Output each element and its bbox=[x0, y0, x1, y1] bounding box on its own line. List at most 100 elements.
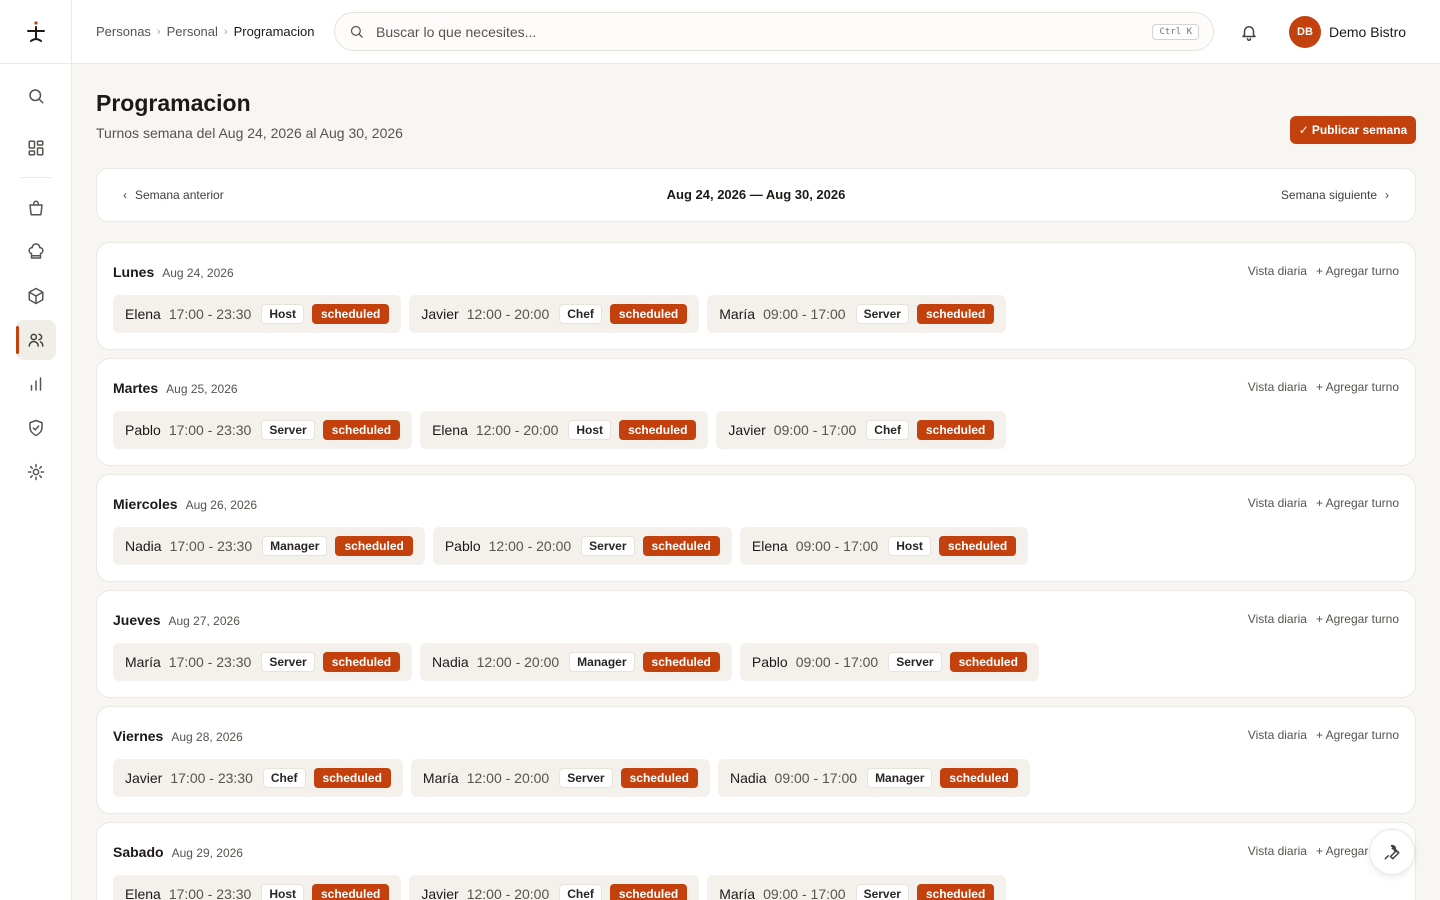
shift-chip[interactable]: Pablo 17:00 - 23:30 Server scheduled bbox=[113, 411, 413, 449]
add-shift-link[interactable]: + Agregar turno bbox=[1316, 264, 1399, 278]
nav-dashboard[interactable] bbox=[16, 128, 56, 168]
breadcrumb-personal[interactable]: Personal bbox=[167, 24, 218, 39]
daily-view-link[interactable]: Vista diaria bbox=[1248, 612, 1307, 626]
breadcrumb-personas[interactable]: Personas bbox=[96, 24, 151, 39]
nav-people[interactable] bbox=[16, 320, 56, 360]
page-subtitle: Turnos semana del Aug 24, 2026 al Aug 30… bbox=[96, 125, 403, 141]
chevron-right-icon: › bbox=[223, 25, 228, 38]
users-icon bbox=[28, 333, 44, 347]
day-card: Lunes Aug 24, 2026 Vista diaria + Agrega… bbox=[96, 242, 1416, 350]
daily-view-link[interactable]: Vista diaria bbox=[1248, 264, 1307, 278]
shift-chip[interactable]: María 09:00 - 17:00 Server scheduled bbox=[707, 875, 1007, 900]
shift-chip[interactable]: Nadia 17:00 - 23:30 Manager scheduled bbox=[113, 527, 425, 565]
notifications-button[interactable] bbox=[1237, 20, 1261, 44]
chef-hat-icon bbox=[28, 243, 44, 259]
daily-view-link[interactable]: Vista diaria bbox=[1248, 380, 1307, 394]
shift-role-badge: Server bbox=[888, 652, 942, 672]
shift-role-badge: Server bbox=[261, 420, 315, 440]
add-shift-link[interactable]: + Agregar turno bbox=[1316, 728, 1399, 742]
shift-time: 09:00 - 17:00 bbox=[774, 770, 858, 786]
shift-chip[interactable]: Elena 17:00 - 23:30 Host scheduled bbox=[113, 875, 402, 900]
daily-view-link[interactable]: Vista diaria bbox=[1248, 844, 1307, 858]
shift-role-badge: Server bbox=[261, 652, 315, 672]
topbar: Personas › Personal › Programacion Ctrl … bbox=[72, 0, 1440, 64]
search-input[interactable] bbox=[376, 23, 1153, 40]
add-shift-link[interactable]: + Agregar turno bbox=[1316, 380, 1399, 394]
shift-chip[interactable]: Javier 12:00 - 20:00 Chef scheduled bbox=[409, 875, 700, 900]
day-name: Miercoles bbox=[113, 496, 178, 512]
week-navigator: ‹ Semana anterior Aug 24, 2026 — Aug 30,… bbox=[96, 168, 1416, 222]
shift-chip[interactable]: Javier 09:00 - 17:00 Chef scheduled bbox=[716, 411, 1007, 449]
shift-chip[interactable]: Pablo 12:00 - 20:00 Server scheduled bbox=[432, 527, 732, 565]
chevron-right-icon: › bbox=[156, 25, 161, 38]
shift-chip[interactable]: María 09:00 - 17:00 Server scheduled bbox=[707, 295, 1007, 333]
shift-employee: María bbox=[422, 770, 459, 786]
day-actions: Vista diaria + Agregar turno bbox=[1248, 380, 1399, 394]
status-badge: scheduled bbox=[642, 536, 720, 556]
shift-time: 09:00 - 17:00 bbox=[763, 306, 846, 322]
shift-chip[interactable]: Javier 17:00 - 23:30 Chef scheduled bbox=[113, 759, 403, 797]
status-badge: scheduled bbox=[916, 884, 995, 900]
shift-time: 09:00 - 17:00 bbox=[763, 886, 846, 900]
shift-role-badge: Server bbox=[559, 768, 613, 788]
shift-list: María 17:00 - 23:30 Server scheduled Nad… bbox=[113, 643, 1039, 681]
daily-view-link[interactable]: Vista diaria bbox=[1248, 728, 1307, 742]
shift-time: 17:00 - 23:30 bbox=[168, 654, 252, 670]
shift-employee: Nadia bbox=[432, 654, 469, 670]
search-bar[interactable]: Ctrl K bbox=[334, 12, 1214, 51]
brand-logo-icon bbox=[26, 20, 45, 42]
nav-reports[interactable] bbox=[16, 364, 56, 404]
nav-settings[interactable] bbox=[16, 452, 56, 492]
shift-role-badge: Server bbox=[855, 884, 909, 900]
shift-employee: Javier bbox=[421, 306, 459, 322]
shift-employee: Pablo bbox=[125, 422, 161, 438]
shift-role-badge: Chef bbox=[559, 884, 602, 900]
add-shift-link[interactable]: + Agregar turno bbox=[1316, 496, 1399, 510]
shift-time: 17:00 - 23:30 bbox=[168, 422, 252, 438]
shift-chip[interactable]: Pablo 09:00 - 17:00 Server scheduled bbox=[739, 643, 1039, 681]
sidebar-divider bbox=[20, 177, 52, 178]
shift-chip[interactable]: Elena 12:00 - 20:00 Host scheduled bbox=[420, 411, 709, 449]
nav-sales[interactable] bbox=[16, 188, 56, 228]
shift-employee: María bbox=[719, 306, 756, 322]
shift-employee: Elena bbox=[751, 538, 788, 554]
status-badge: scheduled bbox=[335, 536, 413, 556]
next-week-button[interactable]: Semana siguiente › bbox=[1281, 188, 1389, 202]
shift-chip[interactable]: Elena 17:00 - 23:30 Host scheduled bbox=[113, 295, 402, 333]
shift-chip[interactable]: Nadia 12:00 - 20:00 Manager scheduled bbox=[420, 643, 732, 681]
nav-security[interactable] bbox=[16, 408, 56, 448]
status-badge: scheduled bbox=[312, 304, 390, 324]
publish-week-button[interactable]: ✓ Publicar semana bbox=[1290, 116, 1416, 144]
shift-chip[interactable]: María 12:00 - 20:00 Server scheduled bbox=[410, 759, 710, 797]
status-badge: scheduled bbox=[313, 768, 391, 788]
shift-chip[interactable]: Elena 09:00 - 17:00 Host scheduled bbox=[739, 527, 1029, 565]
status-badge: scheduled bbox=[322, 420, 401, 440]
shift-role-badge: Server bbox=[855, 304, 909, 324]
nav-search[interactable] bbox=[16, 76, 56, 116]
nav-inventory[interactable] bbox=[16, 276, 56, 316]
shift-time: 12:00 - 20:00 bbox=[466, 770, 550, 786]
user-menu[interactable]: DB Demo Bistro bbox=[1289, 16, 1406, 48]
shift-role-badge: Server bbox=[581, 536, 635, 556]
status-badge: scheduled bbox=[609, 884, 688, 900]
day-header: Sabado Aug 29, 2026 bbox=[113, 844, 243, 860]
shift-list: Pablo 17:00 - 23:30 Server scheduled Ele… bbox=[113, 411, 1007, 449]
status-badge: scheduled bbox=[620, 768, 698, 788]
status-badge: scheduled bbox=[940, 768, 1018, 788]
schedule-days: Lunes Aug 24, 2026 Vista diaria + Agrega… bbox=[96, 242, 1416, 900]
status-badge: scheduled bbox=[642, 652, 720, 672]
shift-chip[interactable]: Nadia 09:00 - 17:00 Manager scheduled bbox=[717, 759, 1030, 797]
day-name: Lunes bbox=[113, 264, 155, 280]
week-range: Aug 24, 2026 — Aug 30, 2026 bbox=[666, 187, 846, 202]
dashboard-icon bbox=[28, 140, 44, 156]
nav-kitchen[interactable] bbox=[16, 232, 56, 272]
sun-settings-icon bbox=[27, 463, 45, 481]
logo[interactable] bbox=[0, 0, 71, 64]
daily-view-link[interactable]: Vista diaria bbox=[1248, 496, 1307, 510]
shift-role-badge: Host bbox=[261, 884, 304, 900]
shift-time: 09:00 - 17:00 bbox=[773, 422, 857, 438]
shift-chip[interactable]: María 17:00 - 23:30 Server scheduled bbox=[113, 643, 413, 681]
add-shift-link[interactable]: + Agregar turno bbox=[1316, 612, 1399, 626]
tools-button[interactable] bbox=[1369, 829, 1415, 875]
shift-chip[interactable]: Javier 12:00 - 20:00 Chef scheduled bbox=[409, 295, 700, 333]
